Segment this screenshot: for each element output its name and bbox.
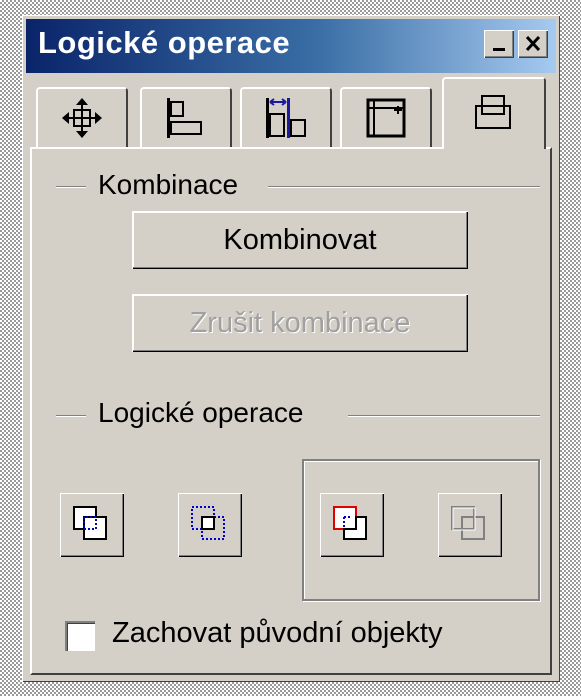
logic-operations-window: Logické operace Kombinace Kombinovat Zru… [22,15,560,682]
tab-strip [30,75,555,149]
intersection-icon [191,506,225,540]
union-button[interactable] [60,493,124,557]
keep-originals-label: Zachovat původní objekty [112,617,443,649]
divider [56,415,86,417]
logic-panel: Kombinace Kombinovat Zrušit kombinace Lo… [30,147,552,675]
group-heading-combination: Kombinace [92,169,245,201]
tab-size[interactable] [340,87,432,147]
tab-spacing[interactable] [240,87,332,147]
window-title: Logické operace [38,25,291,60]
exclude-button[interactable] [438,493,502,557]
combine-icon [475,95,511,129]
resize-icon [366,98,406,138]
align-left-icon [167,98,202,138]
divider [348,415,540,417]
keep-originals-checkbox[interactable] [65,621,95,651]
close-icon [525,35,541,52]
divider [268,186,540,188]
union-icon [73,506,107,540]
intersection-button[interactable] [178,493,242,557]
uncombine-button[interactable]: Zrušit kombinace [132,294,468,352]
minimize-button[interactable] [484,30,514,58]
subtract-button[interactable] [320,493,384,557]
tab-transform[interactable] [36,87,128,147]
minimize-icon [493,48,505,51]
exclude-icon [451,506,485,540]
combine-button[interactable]: Kombinovat [132,211,468,269]
group-heading-logic: Logické operace [92,397,310,429]
tab-align[interactable] [140,87,232,147]
title-bar[interactable]: Logické operace [26,19,556,73]
move-icon [62,98,102,138]
subtract-icon [333,506,367,540]
distribute-icon [266,98,306,138]
close-button[interactable] [518,30,548,58]
divider [56,186,86,188]
tab-logic[interactable] [442,77,546,149]
